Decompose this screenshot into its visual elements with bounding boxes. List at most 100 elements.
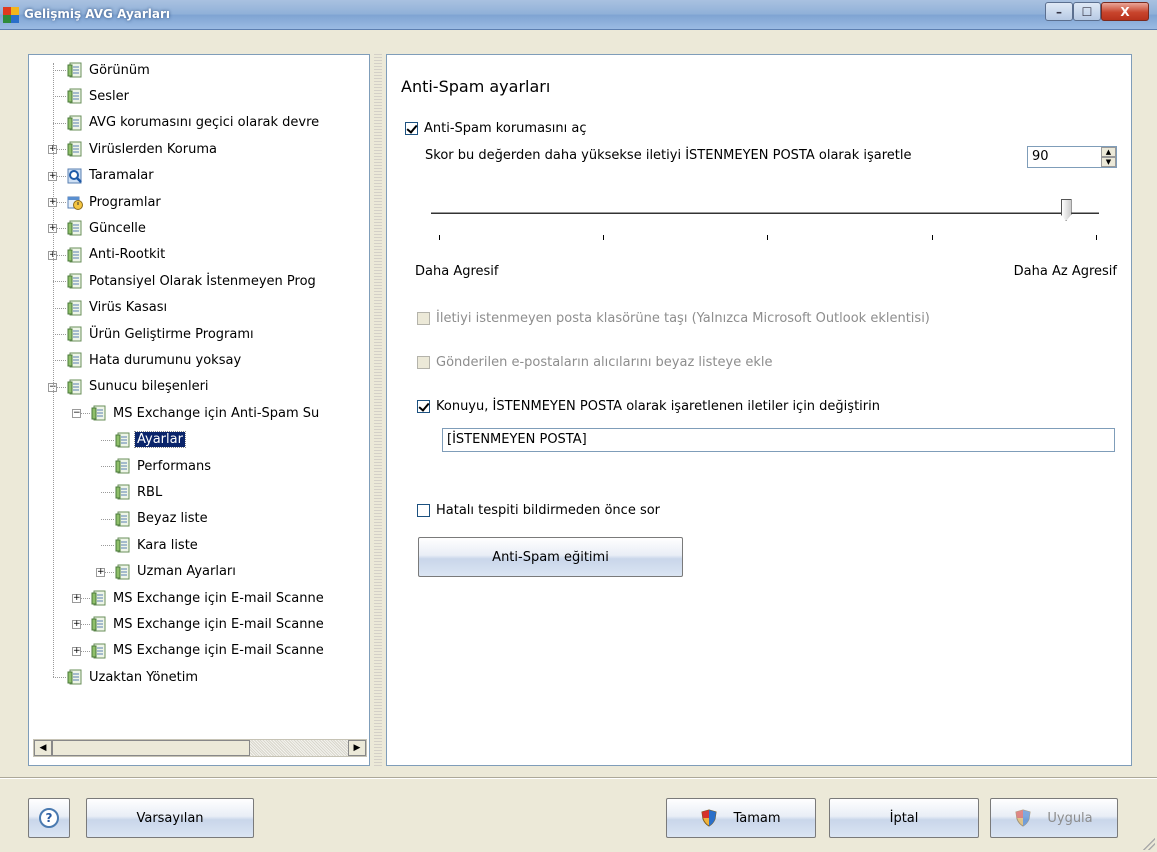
scrollbar-track[interactable] xyxy=(250,740,348,756)
ask-before-report-label: Hatalı tespiti bildirmeden önce sor xyxy=(436,503,661,518)
ok-button[interactable]: Tamam xyxy=(666,798,816,838)
settings-page-icon xyxy=(115,484,130,500)
horizontal-scrollbar[interactable]: ◀ ▶ xyxy=(33,739,367,757)
score-spinner[interactable]: 90 ▲ ▼ xyxy=(1027,146,1117,168)
tree-item[interactable]: Ayarlar xyxy=(115,430,186,450)
tree-item[interactable]: MS Exchange için E-mail Scanne xyxy=(91,614,326,634)
settings-page-icon xyxy=(91,405,106,421)
tree-connector xyxy=(53,360,66,362)
settings-page-icon xyxy=(67,379,82,395)
antispam-training-button[interactable]: Anti-Spam eğitimi xyxy=(418,537,683,577)
aggressiveness-slider[interactable] xyxy=(431,212,1099,215)
expand-icon[interactable]: + xyxy=(72,620,81,630)
tree-item-label: MS Exchange için Anti-Spam Su xyxy=(113,405,320,421)
scroll-left-icon[interactable]: ◀ xyxy=(34,740,52,756)
enable-antispam-row[interactable]: Anti-Spam korumasını aç xyxy=(405,121,587,136)
tree-item[interactable]: Beyaz liste xyxy=(115,509,210,529)
tree-connector xyxy=(53,677,66,679)
score-value[interactable]: 90 xyxy=(1032,149,1049,164)
maximize-button[interactable]: ☐ xyxy=(1073,2,1101,21)
tree-item-label: Virüs Kasası xyxy=(89,300,168,316)
tree-item[interactable]: Hata durumunu yoksay xyxy=(67,350,243,370)
resize-grip-icon[interactable] xyxy=(1143,838,1155,850)
settings-page-icon xyxy=(67,115,82,131)
tree-connector xyxy=(53,281,66,283)
tree-item[interactable]: Uzaktan Yönetim xyxy=(67,667,200,687)
tree-item[interactable]: MS Exchange için Anti-Spam Su xyxy=(91,403,321,423)
tree-item[interactable]: Anti-Rootkit xyxy=(67,245,167,265)
tree-item[interactable]: MS Exchange için E-mail Scanne xyxy=(91,641,326,661)
tree-item[interactable]: Uzman Ayarları xyxy=(115,562,238,582)
tree-connector xyxy=(101,439,114,441)
tree-item[interactable]: Virüs Kasası xyxy=(67,298,169,318)
tree-item[interactable]: Programlar xyxy=(67,192,163,212)
move-to-spam-label: İletiyi istenmeyen posta klasörüne taşı … xyxy=(436,311,930,326)
magnifier-icon xyxy=(67,168,82,184)
modify-subject-label: Konuyu, İSTENMEYEN POSTA olarak işaretle… xyxy=(436,399,880,414)
close-button[interactable]: X xyxy=(1101,2,1149,21)
subject-prefix-value: [İSTENMEYEN POSTA] xyxy=(447,432,587,447)
tree-item-label: Beyaz liste xyxy=(137,511,208,527)
tree-item[interactable]: RBL xyxy=(115,482,164,502)
page-title: Anti-Spam ayarları xyxy=(401,77,551,96)
help-button[interactable]: ? xyxy=(28,798,70,838)
scroll-right-icon[interactable]: ▶ xyxy=(348,740,366,756)
whitelist-recipients-row: Gönderilen e-postaların alıcılarını beya… xyxy=(417,355,772,370)
settings-page-icon xyxy=(67,300,82,316)
modify-subject-checkbox[interactable] xyxy=(417,400,430,413)
cancel-button[interactable]: İptal xyxy=(829,798,979,838)
expand-icon[interactable]: + xyxy=(72,646,81,656)
enable-antispam-checkbox[interactable] xyxy=(405,122,418,135)
tree-connector xyxy=(53,122,66,124)
settings-page-icon xyxy=(115,537,130,553)
calendar-clock-icon xyxy=(67,196,83,210)
tree-item[interactable]: MS Exchange için E-mail Scanne xyxy=(91,588,326,608)
tree-item[interactable]: Görünüm xyxy=(67,60,152,80)
tree-item-label: Uzaktan Yönetim xyxy=(89,669,199,685)
tree-item-label: Görünüm xyxy=(89,62,150,78)
tree-item-label: Potansiyel Olarak İstenmeyen Prog xyxy=(89,273,316,289)
tree-item-label: Hata durumunu yoksay xyxy=(89,352,242,368)
tree-item[interactable]: AVG korumasını geçici olarak devre xyxy=(67,113,321,133)
spin-up-icon[interactable]: ▲ xyxy=(1101,147,1116,157)
modify-subject-row[interactable]: Konuyu, İSTENMEYEN POSTA olarak işaretle… xyxy=(417,399,880,414)
tree-item-label: Anti-Rootkit xyxy=(89,247,166,263)
tree-item-label: Ayarlar xyxy=(134,431,186,449)
settings-page-icon xyxy=(67,88,82,104)
tree-connector xyxy=(101,518,114,520)
subject-prefix-input[interactable]: [İSTENMEYEN POSTA] xyxy=(442,428,1115,452)
collapse-icon[interactable]: − xyxy=(72,409,81,419)
close-icon: X xyxy=(1120,4,1130,19)
tree-item[interactable]: Güncelle xyxy=(67,218,148,238)
settings-page-icon xyxy=(67,326,82,342)
tree-item-label: Güncelle xyxy=(89,220,146,236)
ask-before-report-row[interactable]: Hatalı tespiti bildirmeden önce sor xyxy=(417,503,660,518)
apply-button: Uygula xyxy=(990,798,1118,838)
panel-splitter[interactable] xyxy=(374,54,382,766)
tree-item[interactable]: Sunucu bileşenleri xyxy=(67,377,211,397)
tree-item-label: Sesler xyxy=(89,88,129,104)
ok-label: Tamam xyxy=(733,810,781,826)
settings-page-icon xyxy=(91,643,106,659)
slider-thumb[interactable] xyxy=(1060,199,1072,221)
expand-icon[interactable]: + xyxy=(72,594,81,603)
tree-item[interactable]: Sesler xyxy=(67,86,131,106)
settings-page-icon xyxy=(91,590,106,606)
tree-connector xyxy=(53,307,66,309)
slider-tick xyxy=(932,235,933,240)
tree-item[interactable]: Taramalar xyxy=(67,166,156,186)
settings-page-icon xyxy=(67,62,82,78)
settings-tree[interactable]: Görünüm Sesler AVG korumasını geçici olara… xyxy=(28,54,370,766)
ask-before-report-checkbox[interactable] xyxy=(417,504,430,517)
scrollbar-thumb[interactable] xyxy=(52,740,250,756)
tree-item[interactable]: Kara liste xyxy=(115,535,200,555)
footer-separator xyxy=(0,777,1157,779)
tree-item[interactable]: Ürün Geliştirme Programı xyxy=(67,324,256,344)
tree-item[interactable]: Performans xyxy=(115,456,213,476)
minimize-button[interactable]: – xyxy=(1045,2,1073,21)
tree-item[interactable]: Virüslerden Koruma xyxy=(67,139,219,159)
expand-icon[interactable]: + xyxy=(96,567,105,577)
default-button[interactable]: Varsayılan xyxy=(86,798,254,838)
spin-down-icon[interactable]: ▼ xyxy=(1101,157,1116,167)
tree-item[interactable]: Potansiyel Olarak İstenmeyen Prog xyxy=(67,271,318,291)
